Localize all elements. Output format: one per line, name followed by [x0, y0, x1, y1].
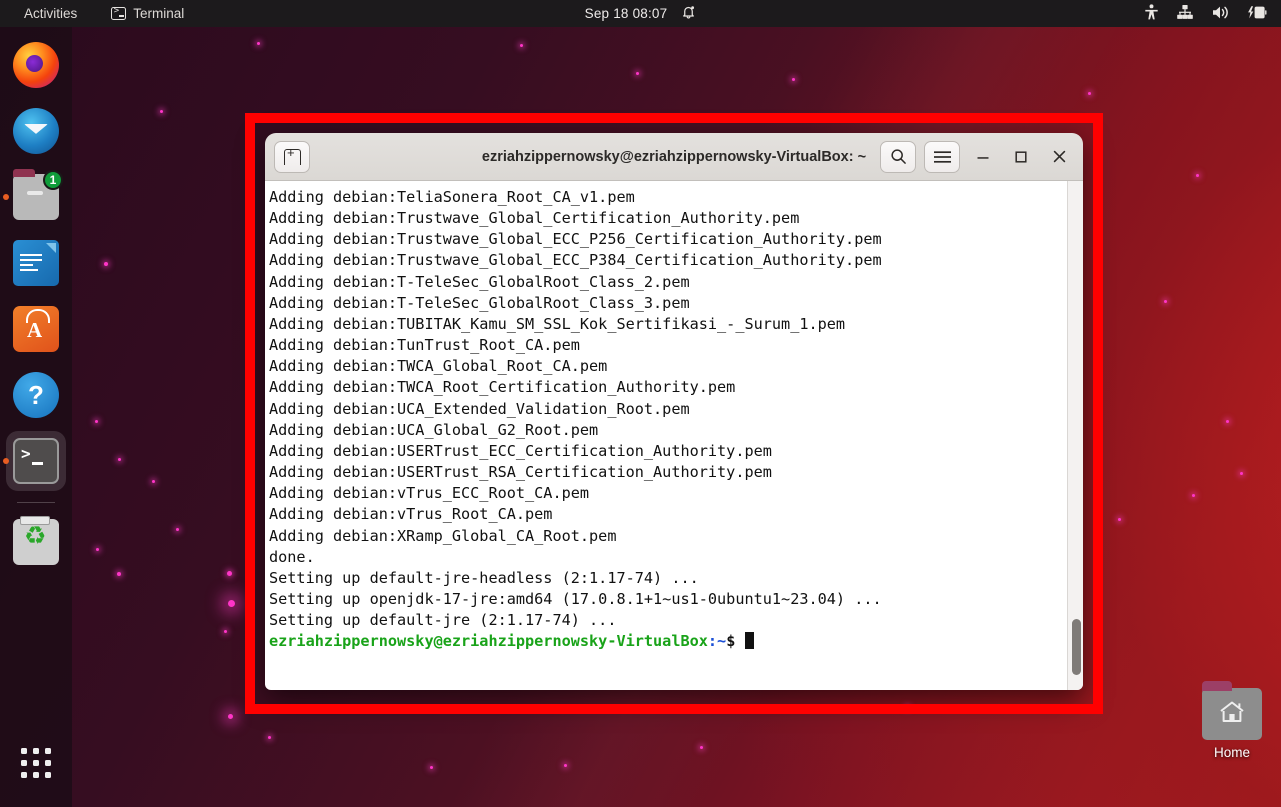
dock-item-thunderbird[interactable]	[6, 101, 66, 161]
menu-button[interactable]	[924, 140, 960, 173]
terminal-prompt-symbol: $	[726, 632, 736, 651]
dock-item-libreoffice-writer[interactable]	[6, 233, 66, 293]
terminal-scrollbar-thumb[interactable]	[1072, 619, 1081, 675]
dock-separator	[17, 502, 55, 503]
terminal-scrollbar[interactable]	[1067, 181, 1083, 690]
wallpaper-sparkle	[118, 458, 121, 461]
terminal-cursor	[744, 632, 754, 650]
wallpaper-sparkle	[96, 548, 99, 551]
wallpaper-sparkle	[268, 736, 271, 739]
dock: 1 ?	[0, 27, 72, 807]
wallpaper-sparkle	[224, 630, 227, 633]
trash-icon	[13, 516, 59, 565]
wallpaper-sparkle	[227, 571, 232, 576]
top-bar: Activities Terminal Sep 18 08:07	[0, 0, 1281, 27]
battery-icon[interactable]	[1247, 4, 1267, 24]
desktop-icon-label: Home	[1213, 745, 1250, 760]
house-glyph	[1220, 701, 1244, 722]
wallpaper-sparkle	[95, 420, 98, 423]
wallpaper-sparkle	[1226, 420, 1229, 423]
terminal-window[interactable]: ezriahzippernowsky@ezriahzippernowsky-Vi…	[265, 133, 1083, 690]
help-icon: ?	[13, 372, 59, 418]
wallpaper-sparkle	[160, 110, 163, 113]
wallpaper-sparkle	[1118, 518, 1121, 521]
accessibility-icon[interactable]	[1144, 3, 1159, 24]
close-icon	[1053, 150, 1065, 163]
wallpaper-sparkle	[906, 706, 909, 709]
thunderbird-icon	[13, 108, 59, 154]
wallpaper-sparkle	[792, 78, 795, 81]
desktop-icon-home[interactable]: Home	[1184, 681, 1280, 760]
grid-icon	[21, 748, 51, 778]
new-tab-icon	[283, 146, 301, 165]
maximize-button[interactable]	[1006, 142, 1036, 172]
minimize-button[interactable]	[968, 142, 998, 172]
dock-item-files[interactable]: 1	[6, 167, 66, 227]
wallpaper-sparkle	[104, 262, 108, 266]
clock[interactable]: Sep 18 08:07	[585, 6, 668, 21]
search-icon	[890, 149, 906, 164]
terminal-output[interactable]: Adding debian:TeliaSonera_Root_CA_v1.pem…	[265, 181, 1067, 690]
close-button[interactable]	[1044, 142, 1074, 172]
system-tray[interactable]	[1144, 3, 1267, 24]
firefox-icon	[13, 42, 59, 88]
terminal-icon	[13, 438, 59, 484]
files-icon: 1	[13, 169, 63, 220]
dock-item-help[interactable]: ?	[6, 365, 66, 425]
new-tab-button[interactable]	[274, 140, 310, 173]
wallpaper-sparkle	[430, 766, 433, 769]
app-menu-button[interactable]: Terminal	[105, 4, 190, 23]
dock-item-trash[interactable]	[6, 512, 66, 572]
top-bar-left: Activities Terminal	[0, 4, 190, 23]
maximize-icon	[1015, 150, 1027, 163]
wallpaper-sparkle	[1240, 472, 1243, 475]
wallpaper-sparkle	[117, 572, 121, 576]
window-header-controls[interactable]	[880, 140, 1074, 173]
terminal-prompt-user: ezriahzippernowsky@ezriahzippernowsky-Vi…	[269, 632, 708, 651]
dock-item-firefox[interactable]	[6, 35, 66, 95]
dock-item-terminal[interactable]	[6, 431, 66, 491]
wallpaper-sparkle	[1196, 174, 1199, 177]
dock-item-ubuntu-software[interactable]	[6, 299, 66, 359]
activities-button[interactable]: Activities	[18, 4, 83, 23]
wallpaper-sparkle	[176, 528, 179, 531]
app-menu-label: Terminal	[133, 6, 185, 21]
wallpaper-sparkle	[228, 600, 235, 607]
top-bar-center[interactable]: Sep 18 08:07	[526, 4, 756, 23]
activities-label: Activities	[24, 6, 78, 21]
wallpaper-sparkle	[520, 44, 523, 47]
search-button[interactable]	[880, 140, 916, 173]
wallpaper-sparkle	[228, 714, 233, 719]
terminal-body[interactable]: Adding debian:TeliaSonera_Root_CA_v1.pem…	[265, 181, 1083, 690]
wallpaper-sparkle	[152, 480, 155, 483]
files-badge-count: 1	[43, 170, 63, 190]
wallpaper-sparkle	[1164, 300, 1167, 303]
hamburger-icon	[933, 150, 951, 163]
window-titlebar[interactable]: ezriahzippernowsky@ezriahzippernowsky-Vi…	[265, 133, 1083, 181]
terminal-icon	[111, 6, 127, 20]
wallpaper-sparkle	[257, 42, 260, 45]
bell-icon[interactable]	[681, 4, 696, 23]
minimize-icon	[977, 156, 989, 159]
wallpaper-sparkle	[1088, 92, 1091, 95]
wallpaper-sparkle	[564, 764, 567, 767]
wallpaper-sparkle	[636, 72, 639, 75]
ubuntu-software-icon	[13, 306, 59, 352]
home-folder-icon	[1202, 681, 1262, 740]
volume-icon[interactable]	[1211, 4, 1230, 24]
terminal-scrollback-text: Adding debian:TeliaSonera_Root_CA_v1.pem…	[269, 188, 882, 630]
terminal-prompt-path: :~	[707, 632, 727, 651]
wallpaper-sparkle	[700, 746, 703, 749]
show-applications-button[interactable]	[6, 733, 66, 793]
wallpaper-sparkle	[1192, 494, 1195, 497]
libreoffice-writer-icon	[13, 240, 59, 286]
network-icon[interactable]	[1176, 4, 1194, 24]
